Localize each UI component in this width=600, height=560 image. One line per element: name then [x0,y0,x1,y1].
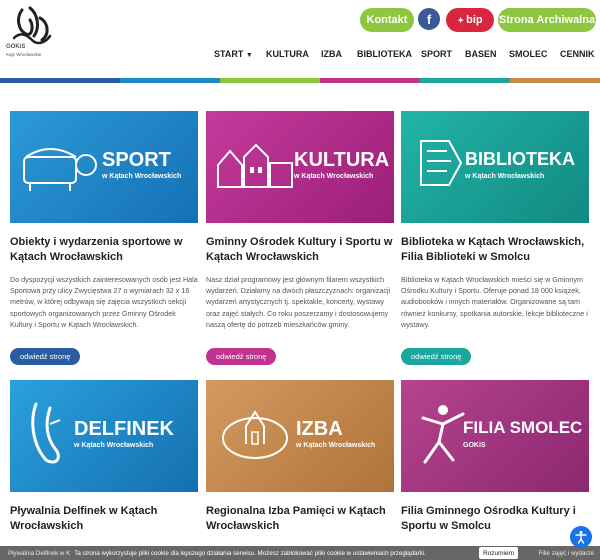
card-image-delfinek[interactable]: DELFINEK w Kątach Wrocławskich [10,380,198,492]
nav-item-izba[interactable]: IZBA [321,49,342,59]
nav-item-sport[interactable]: SPORT [421,49,452,59]
card-image-izba[interactable]: IZBA w Kątach Wrocławskich [206,380,394,492]
main-navigation: START ▼ KULTURA IZBA BIBLIOTEKA SPORT BA… [0,49,600,63]
book-icon [420,140,463,186]
card-brand-sub: w Kątach Wrocławskich [296,442,376,449]
card-image-kultura[interactable]: KULTURA w Kątach Wrocławskich [206,111,394,223]
bip-button[interactable]: ✦ bip [446,8,494,32]
card-description: Do dyspozycji wszystkich zainteresowanyc… [10,275,198,329]
bip-star-icon: ✦ [457,15,465,25]
card-image-smolec[interactable]: FILIA SMOLEC GOKiS [401,380,589,492]
cookie-accept-button[interactable]: Rozumiem [478,547,518,559]
card-brand: IZBA [296,418,343,440]
card-title[interactable]: Pływalnia Delfinek w Kątach Wrocławskich [10,504,198,534]
stripe-segment [0,78,120,83]
card-brand-sub: GOKiS [463,442,486,449]
card-sport: SPORT w Kątach Wrocławskich Obiekty i wy… [10,111,198,371]
kontakt-button[interactable]: Kontakt [360,8,414,32]
nav-item-kultura[interactable]: KULTURA [266,49,309,59]
cookie-message: Ta strona wykorzystuje pliki cookie dla … [74,549,426,557]
card-title[interactable]: Gminny Ośrodek Kultury i Sportu w Kątach… [206,235,394,265]
card-brand-sub: w Kątach Wrocławskich [465,173,545,180]
card-title[interactable]: Filia Gminnego Ośrodka Kultury i Sportu … [401,504,589,534]
nav-item-cennik[interactable]: CENNIK [560,49,595,59]
card-smolec: FILIA SMOLEC GOKiS Filia Gminnego Ośrodk… [401,380,589,550]
cookie-banner: Pływalnia Delfinek w K Ta strona wykorzy… [0,546,600,560]
stripe-segment [320,78,420,83]
nav-item-start[interactable]: START ▼ [214,49,253,59]
card-description: Nasz dział programowy jest głównym filar… [206,275,391,329]
sport-facility-icon [23,148,97,191]
card-brand-sub: w Kątach Wrocławskich [102,173,182,180]
site-header: GOKiS Kąty Wrocławskie Kontakt f ✦ bip S… [0,0,600,84]
card-image-biblioteka[interactable]: BIBLIOTEKA w Kątach Wrocławskich [401,111,589,223]
accessibility-icon[interactable] [570,526,592,548]
card-biblioteka: BIBLIOTEKA w Kątach Wrocławskich Bibliot… [401,111,589,371]
card-kultura: KULTURA w Kątach Wrocławskich Gminny Ośr… [206,111,394,371]
chevron-down-icon: ▼ [245,52,253,59]
bip-label: bip [466,14,483,26]
nav-item-basen[interactable]: BASEN [465,49,497,59]
town-buildings-icon [217,143,293,188]
nav-item-smolec[interactable]: SMOLEC [509,49,548,59]
person-icon [575,530,587,544]
card-brand-sub: w Kątach Wrocławskich [74,442,154,449]
card-image-sport[interactable]: SPORT w Kątach Wrocławskich [10,111,198,223]
visit-page-button[interactable]: odwiedź stronę [206,348,277,365]
card-brand-sub: w Kątach Wrocławskich [294,173,374,180]
card-title[interactable]: Biblioteka w Kątach Wrocławskich, Filia … [401,235,589,265]
dancer-icon [421,405,465,464]
color-stripe [0,78,600,83]
card-title[interactable]: Obiekty i wydarzenia sportowe w Kątach W… [10,235,198,265]
facebook-icon[interactable]: f [418,8,440,30]
stripe-segment [420,78,510,83]
card-brand: BIBLIOTEKA [465,149,575,169]
nav-item-biblioteka[interactable]: BIBLIOTEKA [357,49,412,59]
card-title[interactable]: Regionalna Izba Pamięci w Kątach Wrocław… [206,504,394,534]
card-delfinek: DELFINEK w Kątach Wrocławskich Pływalnia… [10,380,198,550]
visit-page-button[interactable]: odwiedź stronę [10,348,81,365]
card-brand: DELFINEK [74,418,174,440]
cookie-underlay-text-left: Pływalnia Delfinek w K [8,549,71,557]
card-brand: KULTURA [294,149,390,171]
card-izba: IZBA w Kątach Wrocławskich Regionalna Iz… [206,380,394,550]
card-brand: SPORT [102,149,171,171]
card-description: Biblioteka w Kątach Wrocławskich mieści … [401,275,588,329]
stripe-segment [220,78,320,83]
archive-site-button[interactable]: Strona Archiwalna [498,8,596,32]
card-brand: FILIA SMOLEC [463,418,583,437]
stripe-segment [510,78,600,83]
visit-page-button[interactable]: odwiedź stronę [401,348,472,365]
nav-item-label: START [214,49,244,59]
town-hall-icon [222,410,288,459]
stripe-segment [120,78,220,83]
dolphin-icon [31,402,61,464]
cookie-underlay-text-right: Filie zajęć i wydarze [538,549,594,557]
